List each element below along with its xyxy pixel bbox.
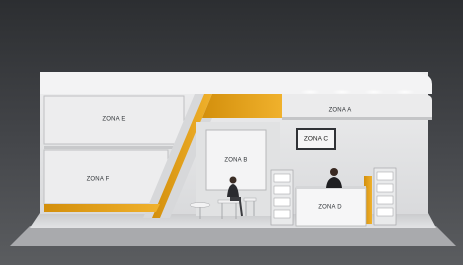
zone-a-label: ZONA A xyxy=(329,108,352,114)
spotlight-1 xyxy=(300,89,320,95)
spotlight-3 xyxy=(364,89,384,95)
spotlight-4 xyxy=(395,89,415,95)
right-canopy-panel xyxy=(282,94,432,118)
bottom-accent-stripe xyxy=(44,204,160,212)
brochure-rack-right xyxy=(373,167,397,226)
zone-f-label: ZONA F xyxy=(87,177,110,183)
exhibition-booth-render: ZONA E ZONA F ZONA B ZONA A ZONA C ZONA … xyxy=(0,0,463,265)
top-accent-panel xyxy=(202,94,282,118)
booth-illustration: ZONA E ZONA F ZONA B ZONA A ZONA C ZONA … xyxy=(0,0,463,265)
zone-b-label: ZONA B xyxy=(224,158,247,164)
platform-edge xyxy=(10,226,456,246)
zone-d-label: ZONA D xyxy=(318,205,342,211)
shelf-divider xyxy=(44,146,174,149)
brochure-rack-left xyxy=(270,169,294,226)
zone-c-label: ZONA C xyxy=(304,136,329,143)
zone-e-label: ZONA E xyxy=(102,117,125,123)
spotlight-2 xyxy=(332,89,352,95)
canopy-shadow xyxy=(282,117,432,120)
